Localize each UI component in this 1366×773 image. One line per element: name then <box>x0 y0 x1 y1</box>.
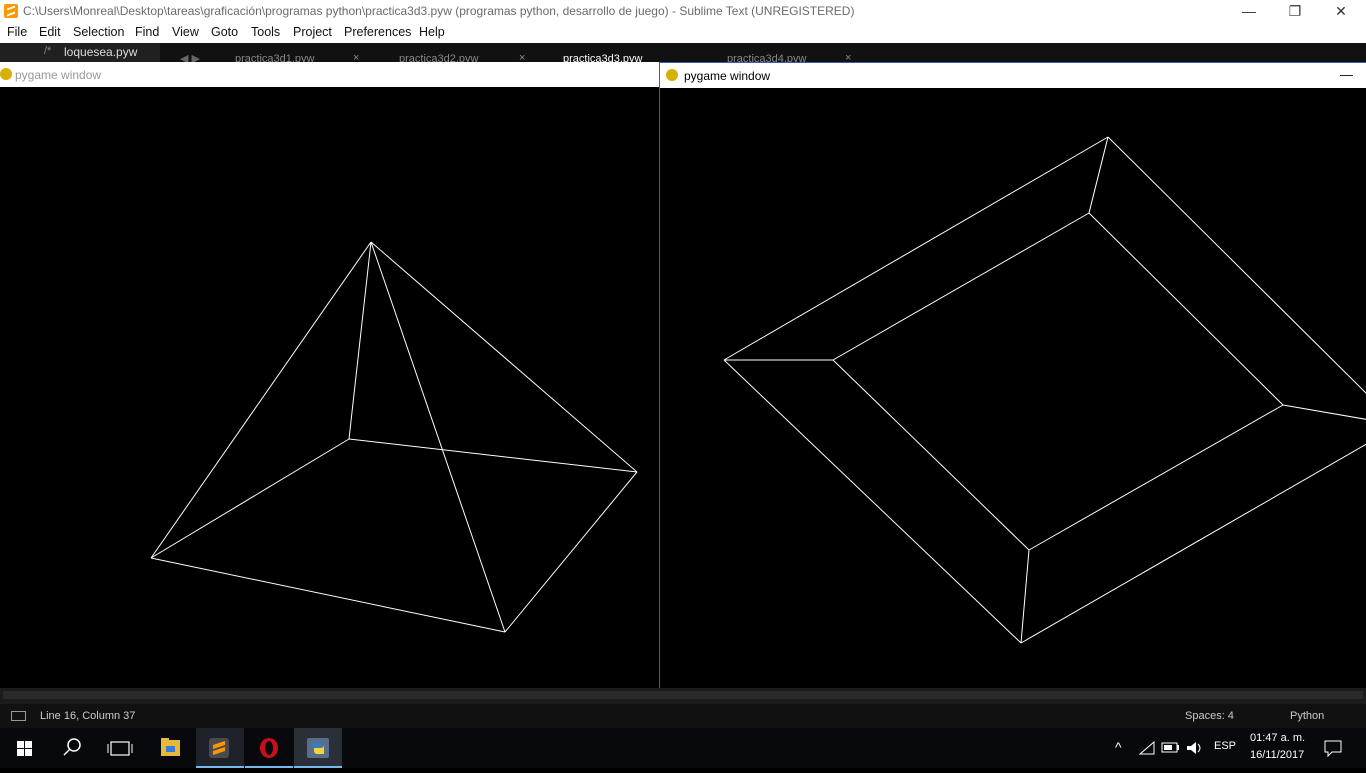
tab-close-icon[interactable]: × <box>845 52 851 62</box>
title-bar: C:\Users\Monreal\Desktop\tareas\graficac… <box>0 0 1366 23</box>
tab-practica3d4[interactable]: practica3d4.pyw <box>727 53 807 62</box>
pygame-minimize-button[interactable]: — <box>1340 67 1353 82</box>
pyramid-wireframe <box>150 241 638 633</box>
tab-practica3d1[interactable]: practica3d1.pyw <box>235 53 315 62</box>
file-explorer-button[interactable] <box>146 728 194 768</box>
syntax-mode[interactable]: Python <box>1290 710 1324 722</box>
start-button[interactable] <box>0 728 48 768</box>
menu-edit[interactable]: Edit <box>39 25 61 39</box>
notifications-icon[interactable] <box>1323 739 1343 757</box>
menu-selection[interactable]: Selection <box>73 25 124 39</box>
network-icon[interactable] <box>1138 740 1156 756</box>
pygame-title: pygame window <box>15 68 102 82</box>
pygame-window-right[interactable]: pygame window — <box>659 62 1366 688</box>
opera-icon <box>260 738 278 758</box>
menu-view[interactable]: View <box>172 25 199 39</box>
menu-find[interactable]: Find <box>135 25 159 39</box>
horizontal-scrollbar[interactable] <box>0 688 1366 704</box>
sublime-logo-icon <box>4 4 18 18</box>
frustum-wireframe <box>723 136 1366 644</box>
clock-date[interactable]: 16/11/2017 <box>1250 749 1304 761</box>
search-icon <box>63 738 81 756</box>
tab-close-icon[interactable]: × <box>353 52 359 62</box>
python-button[interactable] <box>294 728 342 768</box>
menu-bar: File Edit Selection Find View Goto Tools… <box>0 23 1366 43</box>
menu-goto[interactable]: Goto <box>211 25 238 39</box>
sublime-text-button[interactable] <box>196 728 244 768</box>
pygame-title-bar: pygame window <box>0 62 659 87</box>
file-comment-icon: /* <box>44 45 52 57</box>
window-title: C:\Users\Monreal\Desktop\tareas\graficac… <box>23 4 855 18</box>
menu-project[interactable]: Project <box>293 25 332 39</box>
pygame-icon <box>666 69 678 81</box>
menu-help[interactable]: Help <box>419 25 445 39</box>
taskbar: ^ ESP 01:47 a. m. 16/11/2017 <box>0 728 1366 768</box>
sidebar-file-label: loquesea.pyw <box>64 45 138 59</box>
sidebar-open-file[interactable]: /* loquesea.pyw <box>0 43 160 62</box>
pygame-title-bar: pygame window — <box>660 63 1366 88</box>
clock-time[interactable]: 01:47 a. m. <box>1250 732 1305 744</box>
opera-button[interactable] <box>245 728 293 768</box>
menu-tools[interactable]: Tools <box>251 25 280 39</box>
minimize-button[interactable]: — <box>1226 0 1272 23</box>
tab-practica3d2[interactable]: practica3d2.pyw <box>399 53 479 62</box>
pygame-title: pygame window <box>684 69 771 83</box>
menu-file[interactable]: File <box>7 25 27 39</box>
tab-close-icon[interactable]: × <box>519 52 525 62</box>
task-view-button[interactable] <box>96 728 144 768</box>
search-button[interactable] <box>48 728 96 768</box>
task-view-icon <box>107 741 133 756</box>
cursor-position: Line 16, Column 37 <box>40 710 136 722</box>
language-indicator[interactable]: ESP <box>1214 740 1236 752</box>
pygame-icon <box>0 68 12 80</box>
sublime-text-icon <box>209 738 229 758</box>
indentation-setting[interactable]: Spaces: 4 <box>1185 710 1234 722</box>
tab-nav-icon[interactable]: ◀ ▶ <box>180 52 200 62</box>
maximize-button[interactable]: ❐ <box>1272 0 1318 23</box>
pygame-window-left[interactable]: pygame window <box>0 62 659 688</box>
python-icon <box>307 738 329 758</box>
close-button[interactable]: ✕ <box>1318 0 1364 23</box>
battery-icon[interactable] <box>1161 742 1181 754</box>
chevron-up-icon[interactable]: ^ <box>1115 739 1122 755</box>
tab-bar: /* loquesea.pyw ◀ ▶ practica3d1.pyw × pr… <box>0 43 1366 62</box>
status-bar: Line 16, Column 37 Spaces: 4 Python <box>0 704 1366 728</box>
menu-preferences[interactable]: Preferences <box>344 25 411 39</box>
tab-practica3d3[interactable]: practica3d3.pyw <box>563 53 643 62</box>
folder-icon <box>161 738 180 756</box>
panel-toggle-icon[interactable] <box>11 711 26 721</box>
volume-icon[interactable] <box>1185 740 1203 756</box>
